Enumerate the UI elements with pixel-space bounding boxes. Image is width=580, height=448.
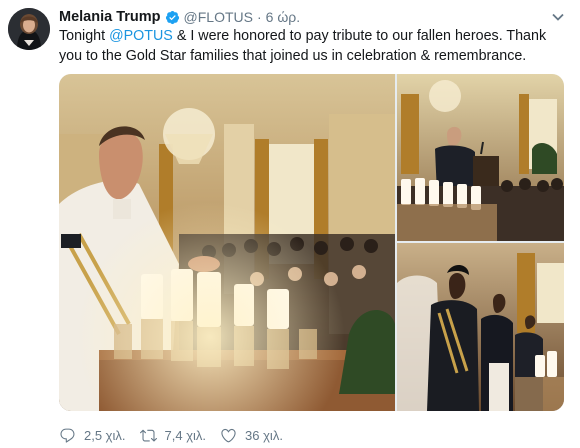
tweet-header: Melania Trump @FLOTUS · 6 ώρ. [59, 7, 300, 27]
verified-badge-icon [165, 10, 180, 25]
mention-link[interactable]: @POTUS [109, 28, 173, 44]
reply-button[interactable]: 2,5 χιλ. [59, 427, 126, 444]
tweet-card[interactable]: Melania Trump @FLOTUS · 6 ώρ. Tonight @P… [0, 0, 580, 448]
like-count: 36 χιλ. [245, 427, 283, 443]
avatar-image [8, 8, 50, 50]
heart-icon [220, 427, 237, 444]
display-name[interactable]: Melania Trump [59, 9, 161, 25]
retweet-button[interactable]: 7,4 χιλ. [139, 427, 207, 444]
photo-candle-lighting[interactable] [59, 74, 395, 411]
tweet-text: Tonight @POTUS & I were honored to pay t… [59, 27, 571, 66]
tweet-actions: 2,5 χιλ. 7,4 χιλ. 36 χιλ. [59, 425, 297, 445]
retweet-count: 7,4 χιλ. [164, 427, 207, 443]
retweet-icon [139, 427, 157, 444]
reply-count: 2,5 χιλ. [84, 427, 126, 443]
like-button[interactable]: 36 χιλ. [220, 427, 283, 444]
separator-dot: · [256, 9, 262, 25]
photo-podium-speech[interactable] [397, 74, 564, 241]
timestamp[interactable]: 6 ώρ. [266, 9, 300, 25]
photo-military-honor-guard[interactable] [397, 243, 564, 411]
media-grid [59, 74, 564, 411]
tweet-text-part: Tonight [59, 28, 110, 44]
avatar[interactable] [8, 8, 50, 50]
chevron-down-icon[interactable] [550, 9, 566, 25]
user-handle[interactable]: @FLOTUS [184, 9, 253, 25]
reply-icon [59, 427, 76, 444]
